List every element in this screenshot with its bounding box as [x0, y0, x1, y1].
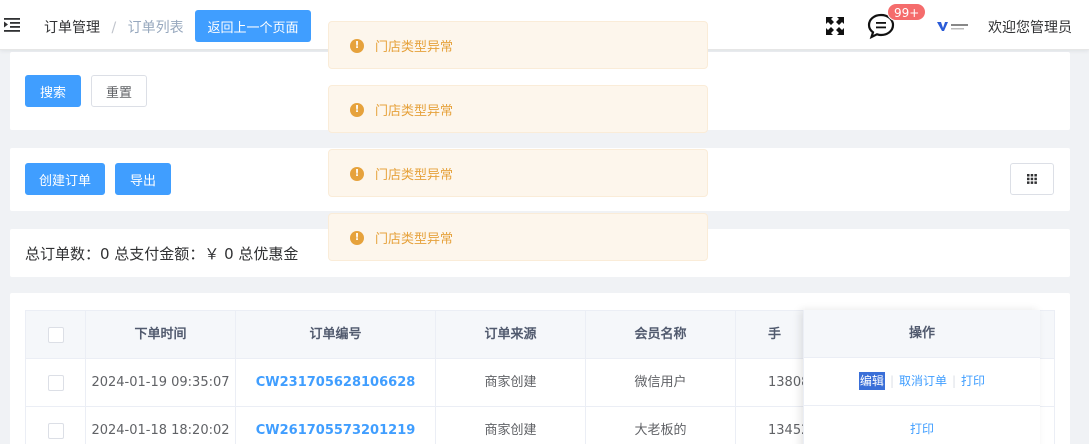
warning-notification: ! 门店类型异常 — [328, 213, 708, 261]
row-checkbox[interactable] — [47, 422, 64, 439]
cancel-order-link[interactable]: 取消订单 — [899, 374, 947, 388]
order-source-cell: 商家创建 — [436, 407, 586, 444]
member-name-cell: 微信用户 — [586, 359, 736, 406]
message-count-badge: 99+ — [887, 3, 927, 21]
order-table-panel: 下单时间 订单编号 订单来源 会员名称 手 2024-01-19 09:35:0… — [10, 293, 1070, 444]
warning-notification: ! 门店类型异常 — [328, 149, 708, 197]
warning-notification: ! 门店类型异常 — [328, 21, 708, 69]
print-link[interactable]: 打印 — [961, 374, 985, 388]
warning-icon: ! — [350, 39, 364, 53]
column-settings-button[interactable] — [1010, 163, 1054, 195]
warning-icon: ! — [350, 231, 364, 245]
column-header-order-no[interactable]: 订单编号 — [236, 311, 436, 358]
warning-icon: ! — [350, 103, 364, 117]
welcome-text: 欢迎您管理员 — [988, 20, 1072, 36]
order-time-cell: 2024-01-18 18:20:02 — [86, 407, 236, 444]
notification-message: 门店类型异常 — [375, 168, 454, 183]
column-header-source[interactable]: 订单来源 — [436, 311, 586, 358]
edit-link[interactable]: 编辑 — [858, 372, 885, 390]
breadcrumb-separator: / — [111, 20, 117, 36]
row-actions: 编辑 | 取消订单 | 打印 — [804, 358, 1040, 406]
notification-message: 门店类型异常 — [375, 104, 454, 119]
create-order-button[interactable]: 创建订单 — [25, 163, 105, 195]
grid-icon — [1027, 174, 1037, 184]
row-select-cell — [26, 359, 86, 406]
print-link[interactable]: 打印 — [910, 422, 934, 436]
back-button[interactable]: 返回上一个页面 — [195, 10, 311, 42]
column-header-order-time[interactable]: 下单时间 — [86, 311, 236, 358]
notification-message: 门店类型异常 — [375, 232, 454, 247]
order-summary-text: 总订单数：0 总支付金额：￥ 0 总优惠金 — [25, 245, 299, 263]
column-header-actions: 操作 — [804, 310, 1040, 358]
column-header-member[interactable]: 会员名称 — [586, 311, 736, 358]
member-name-cell: 大老板的 — [586, 407, 736, 444]
row-select-cell — [26, 407, 86, 444]
warning-icon: ! — [350, 167, 364, 181]
order-time-cell: 2024-01-19 09:35:07 — [86, 359, 236, 406]
order-source-cell: 商家创建 — [436, 359, 586, 406]
order-no-link[interactable]: CW261705573201219 — [236, 407, 436, 444]
breadcrumb-item-order-management[interactable]: 订单管理 — [44, 20, 100, 36]
notification-message: 门店类型异常 — [375, 40, 454, 55]
reset-button[interactable]: 重置 — [91, 75, 147, 107]
fullscreen-icon[interactable] — [825, 16, 845, 36]
action-column: 操作 编辑 | 取消订单 | 打印 打印 — [803, 310, 1040, 444]
breadcrumb-item-order-list: 订单列表 — [127, 20, 184, 36]
export-button[interactable]: 导出 — [115, 163, 171, 195]
select-all-checkbox[interactable] — [47, 326, 64, 343]
menu-fold-icon[interactable] — [4, 17, 22, 33]
order-no-link[interactable]: CW231705628106628 — [236, 359, 436, 406]
breadcrumb: 订单管理 / 订单列表 — [44, 17, 184, 37]
select-all-cell — [26, 311, 86, 358]
action-separator: | — [889, 374, 894, 388]
row-actions: 打印 — [804, 406, 1040, 444]
row-checkbox[interactable] — [47, 374, 64, 391]
company-logo — [937, 22, 968, 31]
action-separator: | — [952, 374, 957, 388]
search-button[interactable]: 搜索 — [25, 75, 81, 107]
warning-notification: ! 门店类型异常 — [328, 85, 708, 133]
